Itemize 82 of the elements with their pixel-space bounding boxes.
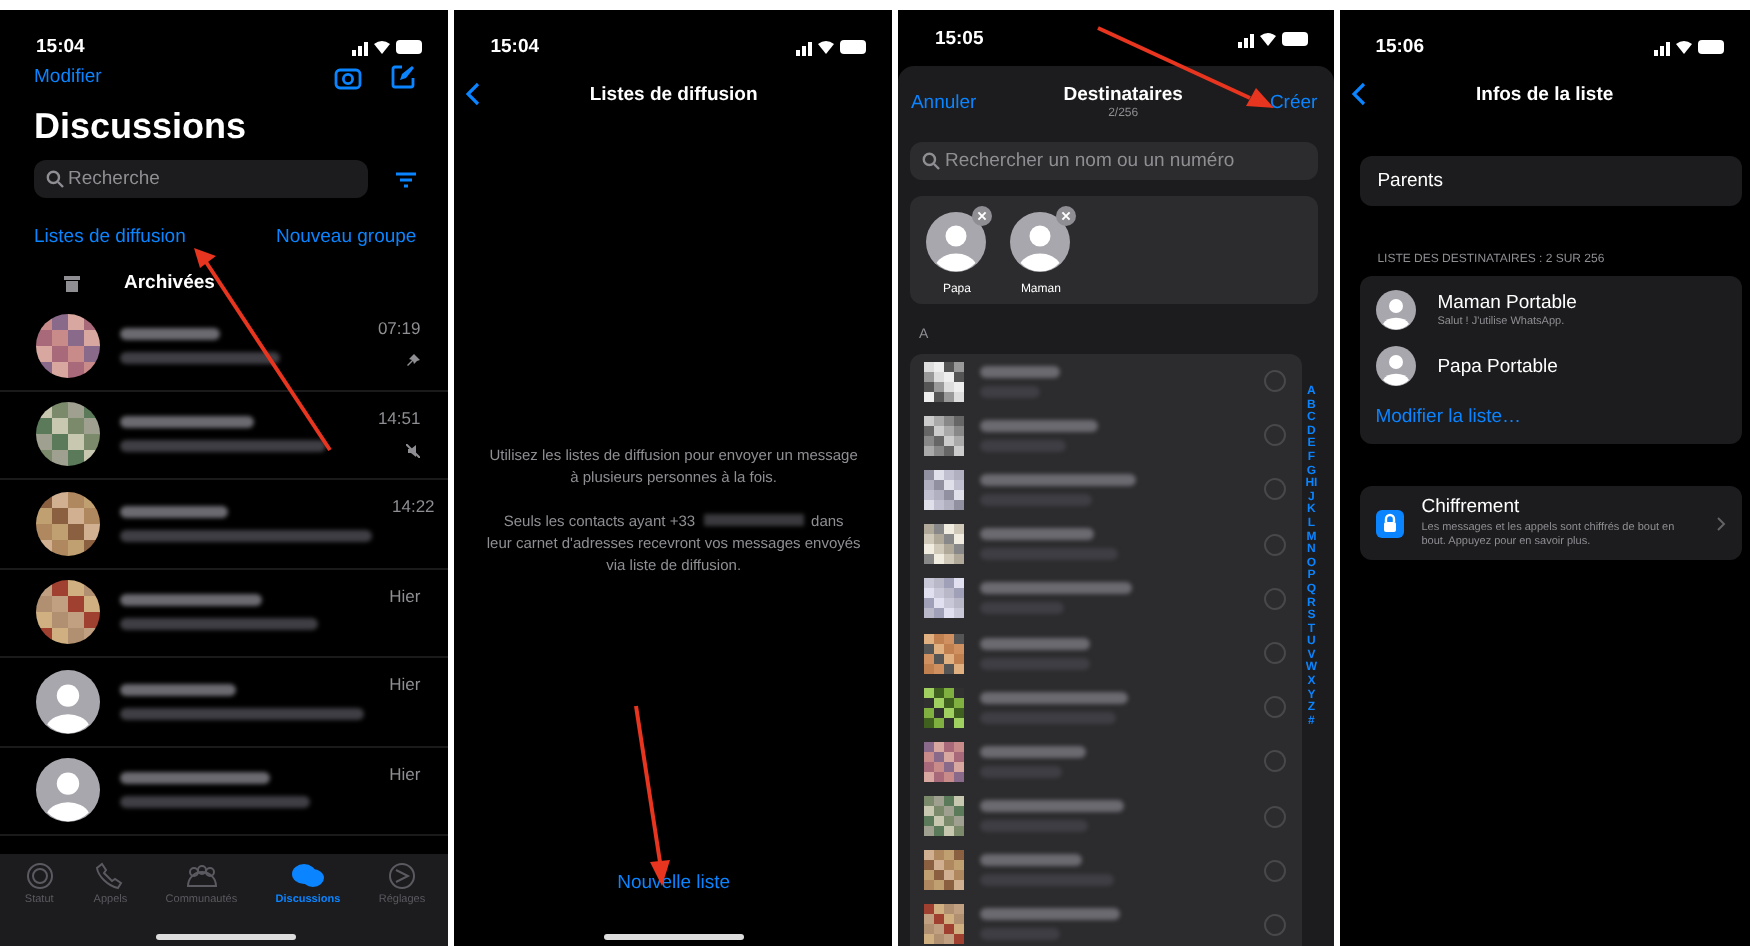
search-icon [922, 152, 941, 170]
blurred-name [120, 416, 254, 429]
broadcast-lists-link[interactable]: Listes de diffusion [34, 226, 186, 248]
status-icons-drawing [352, 37, 425, 55]
pin-icon [406, 354, 421, 368]
screen-title: Infos de la liste [1476, 83, 1614, 105]
select-circle[interactable] [1263, 533, 1286, 556]
edit-list-link[interactable]: Modifier la liste… [1375, 406, 1726, 428]
chat-time: Hier [389, 674, 421, 694]
ring-icon [23, 862, 56, 890]
recipient-name: Papa Portable [1437, 355, 1558, 377]
new-list-link[interactable]: Nouvelle liste [617, 872, 731, 894]
select-circle[interactable] [1263, 859, 1286, 882]
mute-icon [406, 443, 421, 457]
select-circle[interactable] [1263, 424, 1286, 447]
avatar-icon [36, 669, 100, 734]
filter-icon[interactable] [396, 171, 417, 187]
blurred-name [980, 365, 1061, 378]
select-circle[interactable] [1263, 750, 1286, 773]
list-name-field[interactable]: Parents [1359, 156, 1742, 206]
home-indicator [603, 934, 744, 940]
status-icons-drawing [1653, 37, 1726, 55]
compose-icon[interactable] [390, 64, 417, 90]
home-indicator [156, 934, 296, 940]
cancel-link[interactable]: Annuler [910, 91, 977, 113]
chat-time: 07:19 [377, 318, 421, 338]
status-time: 15:04 [490, 35, 540, 57]
chat-time: 14:22 [392, 496, 435, 516]
status-time: 15:06 [1375, 35, 1425, 57]
select-circle[interactable] [1263, 478, 1286, 501]
sheet-title: Destinataires [1063, 84, 1183, 106]
chat-time: Hier [389, 585, 421, 605]
status-icons-drawing [1237, 30, 1310, 48]
search-field[interactable]: Rechercher un nom ou un numéro [910, 142, 1318, 180]
select-circle[interactable] [1263, 805, 1286, 828]
chat-bubbles-icon [291, 862, 324, 890]
new-group-link[interactable]: Nouveau groupe [275, 226, 417, 248]
avatar-icon [36, 758, 100, 823]
people-icon [185, 862, 218, 890]
select-circle[interactable] [1263, 696, 1286, 719]
lock-icon [1375, 509, 1404, 538]
select-circle[interactable] [1263, 642, 1286, 665]
select-circle[interactable] [1263, 587, 1286, 610]
screen-title: Listes de diffusion [589, 83, 758, 105]
recipient-name: Maman Portable [1437, 292, 1577, 314]
status-time: 15:05 [934, 28, 984, 50]
avatar-icon [1375, 346, 1416, 386]
avatar-icon [1010, 212, 1071, 272]
blurred-name [120, 505, 228, 518]
blurred-name [980, 637, 1091, 650]
archived-item[interactable]: Archivées [124, 272, 215, 294]
blurred-number [703, 514, 804, 527]
back-icon[interactable] [1351, 82, 1366, 106]
camera-icon[interactable] [334, 65, 363, 89]
blurred-name [980, 419, 1099, 432]
remove-icon[interactable] [972, 206, 993, 226]
phone-icon [94, 862, 127, 890]
screen-title: Discussions [34, 106, 249, 148]
archive-icon [64, 275, 80, 291]
chat-time: Hier [389, 763, 421, 783]
chat-time: 14:51 [377, 407, 421, 427]
blurred-name [120, 683, 236, 696]
avatar-icon [926, 212, 987, 272]
blurred-name [120, 327, 220, 340]
select-circle[interactable] [1263, 370, 1286, 393]
play-circle-icon [385, 862, 418, 890]
status-time: 15:04 [36, 35, 85, 57]
blurred-name [980, 908, 1121, 921]
blurred-name [120, 594, 262, 607]
blurred-name [980, 745, 1087, 758]
select-circle[interactable] [1263, 913, 1286, 936]
search-icon [46, 170, 64, 188]
create-link[interactable]: Créer [1269, 91, 1318, 113]
edit-link[interactable]: Modifier [34, 66, 102, 88]
remove-icon[interactable] [1056, 206, 1077, 226]
back-icon[interactable] [466, 82, 481, 106]
search-field[interactable]: Recherche [34, 160, 369, 198]
blurred-name [980, 854, 1083, 867]
avatar-icon [1375, 290, 1416, 330]
status-icons-drawing [796, 37, 869, 55]
chevron-icon [1715, 515, 1726, 532]
blurred-name [980, 528, 1095, 541]
